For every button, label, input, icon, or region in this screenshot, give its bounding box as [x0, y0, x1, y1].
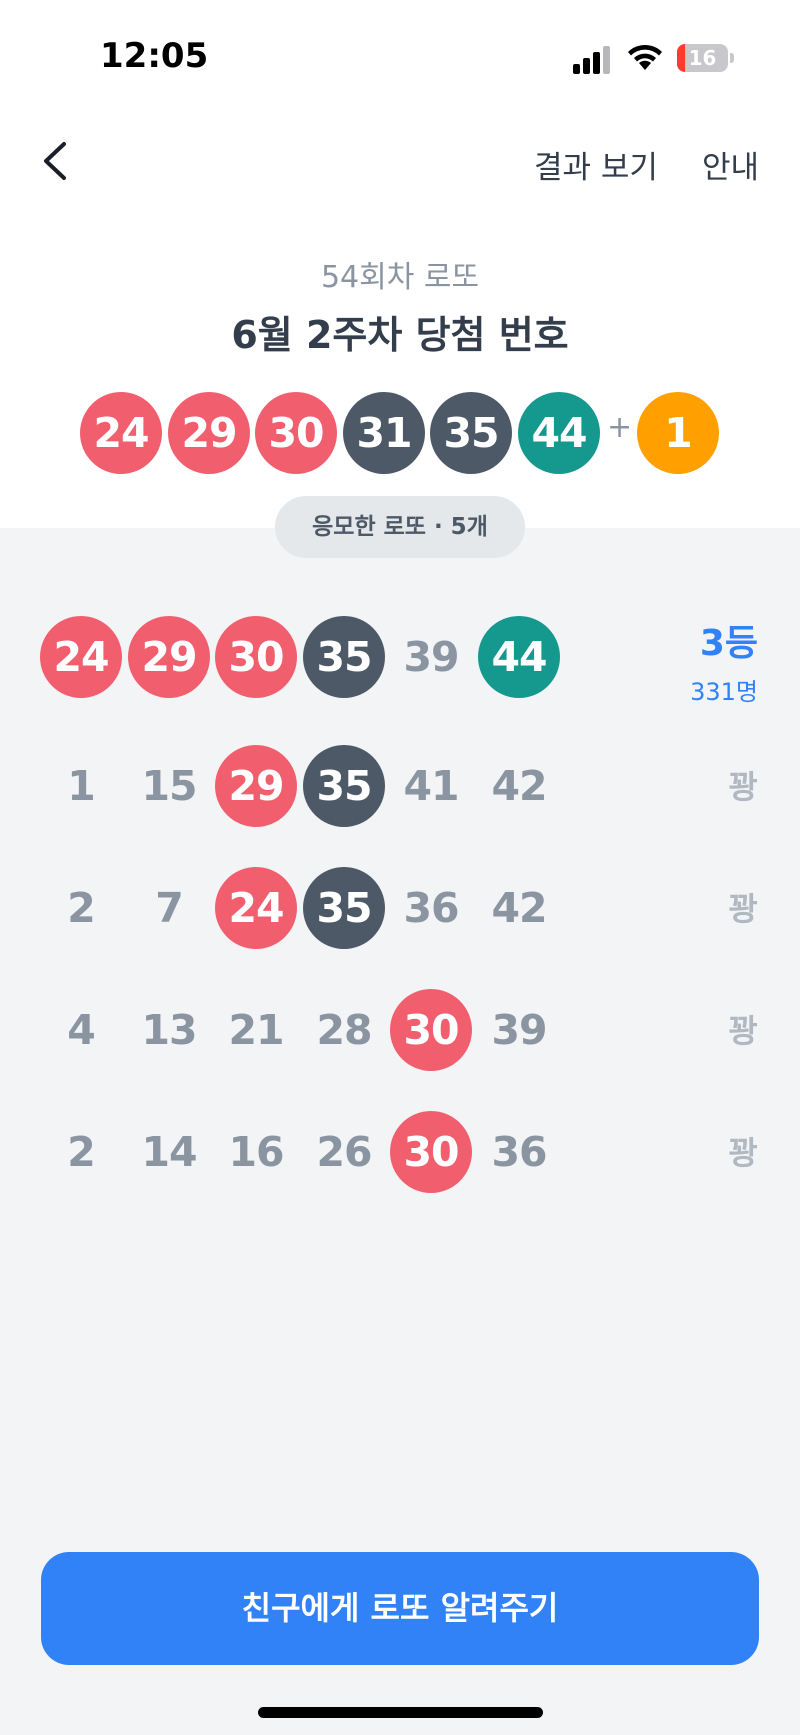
entry-result: 꽝: [729, 884, 758, 930]
signal-icon: [573, 46, 610, 74]
entry-number-ball: 44: [478, 616, 560, 698]
home-indicator: [258, 1707, 543, 1718]
entry-number: 42: [491, 884, 547, 932]
winning-number-ball: 30: [255, 392, 337, 474]
winning-number-ball: 31: [343, 392, 425, 474]
nav-bar: 결과 보기 안내: [0, 118, 800, 206]
entry-number: 2: [67, 1128, 96, 1176]
entry-number-ball: 30: [215, 616, 297, 698]
entry-number: 21: [228, 1006, 284, 1054]
entry-number: 7: [155, 884, 184, 932]
rank-label: 3등: [699, 623, 758, 664]
entry-number-ball: 24: [215, 867, 297, 949]
entry-result: 3등 331명: [690, 614, 758, 707]
entry-number: 39: [491, 1006, 547, 1054]
status-time: 12:05: [100, 36, 209, 76]
entry-number: 14: [141, 1128, 197, 1176]
results-link[interactable]: 결과 보기: [534, 142, 658, 187]
entry-number-ball: 30: [390, 1111, 472, 1193]
entry-number-ball: 35: [303, 745, 385, 827]
entry-number-ball: 29: [215, 745, 297, 827]
info-link[interactable]: 안내: [702, 142, 759, 187]
entry-number: 36: [491, 1128, 547, 1176]
no-win-label: 꽝: [728, 768, 758, 806]
entry-number-ball: 35: [303, 616, 385, 698]
entry-number: 36: [403, 884, 459, 932]
winning-number-ball: 35: [430, 392, 512, 474]
winning-number-ball: 29: [168, 392, 250, 474]
entry-number: 42: [491, 762, 547, 810]
back-button[interactable]: [36, 138, 76, 184]
winning-number-ball: 44: [518, 392, 600, 474]
entry-number-ball: 29: [128, 616, 210, 698]
wifi-icon: [628, 44, 662, 70]
entries-count-badge: 응모한 로또 · 5개: [275, 496, 525, 558]
entry-result: 꽝: [729, 1006, 758, 1052]
battery-body: 16: [677, 44, 728, 72]
plus-sign: +: [607, 410, 633, 445]
entry-number: 2: [67, 884, 96, 932]
entry-number: 26: [316, 1128, 372, 1176]
share-lotto-button[interactable]: 친구에게 로또 알려주기: [41, 1552, 759, 1665]
no-win-label: 꽝: [728, 890, 758, 928]
entry-number: 28: [316, 1006, 372, 1054]
entry-result: 꽝: [729, 1128, 758, 1174]
entry-result: 꽝: [729, 762, 758, 808]
winner-count: 331명: [690, 678, 758, 706]
round-label: 54회차 로또: [320, 260, 480, 295]
battery-icon: 16: [677, 44, 735, 72]
entry-number-ball: 35: [303, 867, 385, 949]
entry-number: 15: [141, 762, 197, 810]
bonus-number-ball: 1: [637, 392, 719, 474]
entry-number: 4: [67, 1006, 96, 1054]
entry-number: 13: [141, 1006, 197, 1054]
chevron-left-icon: [44, 142, 66, 180]
entry-number-ball: 24: [40, 616, 122, 698]
status-bar: 12:05 16: [0, 0, 800, 118]
no-win-label: 꽝: [728, 1134, 758, 1172]
entry-number: 1: [67, 762, 96, 810]
entry-number: 39: [403, 633, 459, 681]
entry-number: 16: [228, 1128, 284, 1176]
draw-title: 6월 2주차 당첨 번호: [231, 313, 569, 357]
no-win-label: 꽝: [728, 1012, 758, 1050]
battery-level: 16: [688, 46, 717, 70]
entry-number-ball: 30: [390, 989, 472, 1071]
battery-tip: [730, 53, 734, 63]
entry-number: 41: [403, 762, 459, 810]
winning-number-ball: 24: [80, 392, 162, 474]
